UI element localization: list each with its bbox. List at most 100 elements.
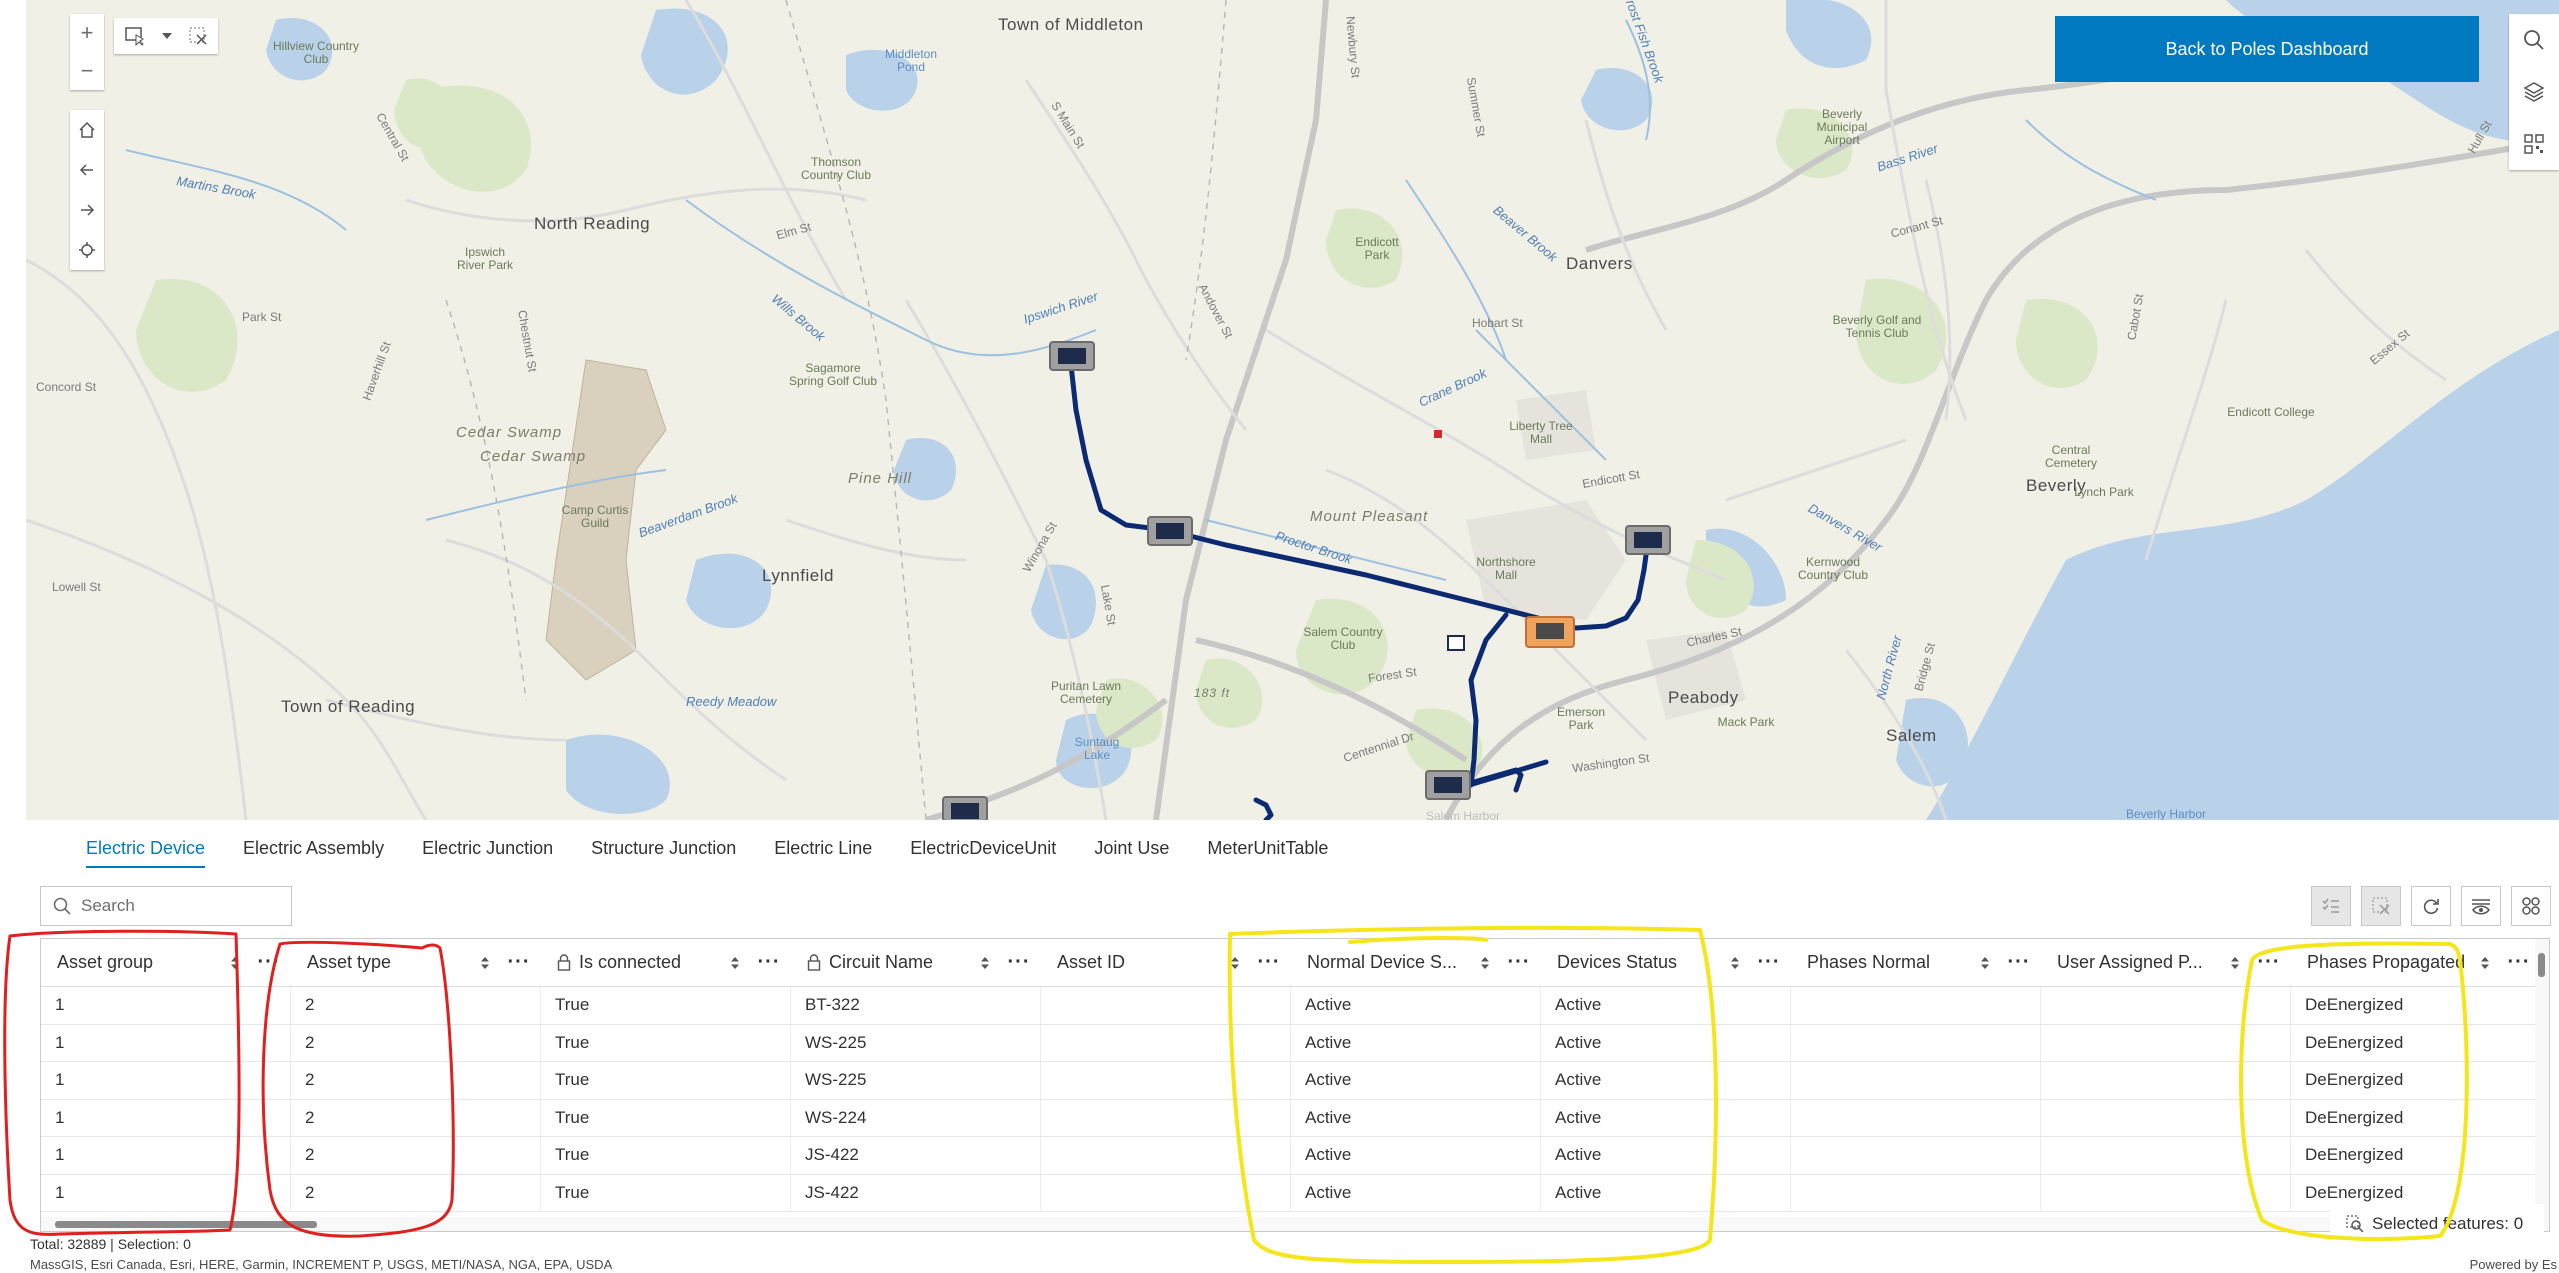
table-cell[interactable]: 1 [41,1024,291,1061]
sort-icon[interactable] [727,956,743,970]
table-cell[interactable]: Active [1541,1099,1791,1136]
table-cell[interactable]: Active [1291,1062,1541,1099]
column-header[interactable]: Asset ID ··· [1041,939,1291,986]
refresh-button[interactable] [2411,886,2451,926]
zoom-in-button[interactable]: + [70,14,104,52]
more-icon[interactable]: ··· [755,951,783,974]
more-icon[interactable]: ··· [1255,951,1283,974]
selected-features-indicator[interactable]: Selected features: 0 [2330,1204,2544,1244]
table-cell[interactable]: 2 [291,1062,541,1099]
table-cell[interactable]: True [541,1137,791,1174]
sort-icon[interactable] [1977,956,1993,970]
tab-electric-junction[interactable]: Electric Junction [422,826,553,870]
tab-joint-use[interactable]: Joint Use [1094,826,1169,870]
table-cell[interactable]: WS-224 [791,1099,1041,1136]
table-cell[interactable]: 2 [291,1024,541,1061]
table-cell[interactable]: Active [1541,1174,1791,1211]
table-cell[interactable]: 1 [41,1174,291,1211]
search-input[interactable] [81,896,271,916]
table-cell[interactable]: JS-422 [791,1137,1041,1174]
select-dropdown-button[interactable] [156,18,178,54]
home-button[interactable] [70,110,104,150]
powered-by[interactable]: Powered by Es [2470,1257,2557,1272]
table-cell[interactable]: DeEnergized [2291,1024,2541,1061]
table-cell[interactable] [1791,1174,2041,1211]
table-cell[interactable]: WS-225 [791,1062,1041,1099]
table-row[interactable]: 1 2 True WS-225 Active Active DeEnergized [41,1062,2549,1100]
table-cell[interactable]: Active [1291,1024,1541,1061]
table-cell[interactable]: BT-322 [791,987,1041,1024]
table-cell[interactable]: Active [1541,1137,1791,1174]
previous-extent-button[interactable] [70,150,104,190]
table-cell[interactable]: Active [1291,987,1541,1024]
table-cell[interactable]: Active [1291,1099,1541,1136]
tab-electric-device-unit[interactable]: ElectricDeviceUnit [910,826,1056,870]
vertical-scrollbar[interactable] [2535,939,2549,1231]
tab-electric-assembly[interactable]: Electric Assembly [243,826,384,870]
table-cell[interactable]: 1 [41,987,291,1024]
table-options-button[interactable] [2511,886,2551,926]
table-cell[interactable] [1791,987,2041,1024]
column-header[interactable]: User Assigned P... ··· [2041,939,2291,986]
table-cell[interactable] [1791,1024,2041,1061]
search-map-button[interactable] [2509,14,2559,66]
table-cell[interactable]: DeEnergized [2291,1099,2541,1136]
sort-icon[interactable] [1477,956,1493,970]
table-cell[interactable]: DeEnergized [2291,1137,2541,1174]
table-cell[interactable]: True [541,1062,791,1099]
column-header[interactable]: Normal Device S... ··· [1291,939,1541,986]
table-cell[interactable] [1791,1137,2041,1174]
table-cell[interactable] [2041,1174,2291,1211]
table-cell[interactable]: 2 [291,987,541,1024]
column-header[interactable]: Is connected ··· [541,939,791,986]
table-cell[interactable] [1791,1099,2041,1136]
table-row[interactable]: 1 2 True JS-422 Active Active DeEnergized [41,1174,2549,1212]
table-cell[interactable]: Active [1291,1174,1541,1211]
tab-structure-junction[interactable]: Structure Junction [591,826,736,870]
table-row[interactable]: 1 2 True BT-322 Active Active DeEnergized [41,987,2549,1025]
table-cell[interactable]: DeEnergized [2291,1062,2541,1099]
column-header[interactable]: Circuit Name ··· [791,939,1041,986]
table-cell[interactable]: 2 [291,1099,541,1136]
table-cell[interactable]: Active [1541,1024,1791,1061]
column-header[interactable]: Asset group ··· [41,939,291,986]
clear-selection-button[interactable] [178,18,218,54]
table-cell[interactable]: DeEnergized [2291,987,2541,1024]
column-header[interactable]: Phases Normal ··· [1791,939,2041,986]
more-icon[interactable]: ··· [1505,951,1533,974]
sort-icon[interactable] [227,956,243,970]
back-to-poles-dashboard-button[interactable]: Back to Poles Dashboard [2055,16,2479,82]
horizontal-scrollbar[interactable] [41,1217,2549,1231]
sort-icon[interactable] [1227,956,1243,970]
layers-button[interactable] [2509,66,2559,118]
table-cell[interactable] [1041,1062,1291,1099]
more-icon[interactable]: ··· [1005,951,1033,974]
locate-button[interactable] [70,230,104,270]
more-icon[interactable]: ··· [2255,951,2283,974]
table-row[interactable]: 1 2 True WS-224 Active Active DeEnergized [41,1099,2549,1137]
show-hide-columns-button[interactable] [2461,886,2501,926]
column-header[interactable]: Devices Status ··· [1541,939,1791,986]
table-cell[interactable] [1041,1137,1291,1174]
clear-selection-table-button[interactable] [2361,886,2401,926]
more-icon[interactable]: ··· [2505,951,2533,974]
next-extent-button[interactable] [70,190,104,230]
sort-icon[interactable] [977,956,993,970]
table-row[interactable]: 1 2 True WS-225 Active Active DeEnergized [41,1024,2549,1062]
table-cell[interactable]: JS-422 [791,1174,1041,1211]
tab-electric-device[interactable]: Electric Device [86,826,206,870]
more-icon[interactable]: ··· [505,951,533,974]
table-cell[interactable]: True [541,1174,791,1211]
table-cell[interactable]: 1 [41,1137,291,1174]
table-cell[interactable] [2041,1099,2291,1136]
table-cell[interactable] [1791,1062,2041,1099]
more-icon[interactable]: ··· [1755,951,1783,974]
table-cell[interactable] [1041,987,1291,1024]
table-cell[interactable]: Active [1291,1137,1541,1174]
table-cell[interactable]: 2 [291,1137,541,1174]
more-icon[interactable]: ··· [255,951,283,974]
table-cell[interactable]: 1 [41,1062,291,1099]
table-cell[interactable]: True [541,1099,791,1136]
select-rectangle-button[interactable] [114,18,156,54]
zoom-out-button[interactable]: − [70,52,104,90]
